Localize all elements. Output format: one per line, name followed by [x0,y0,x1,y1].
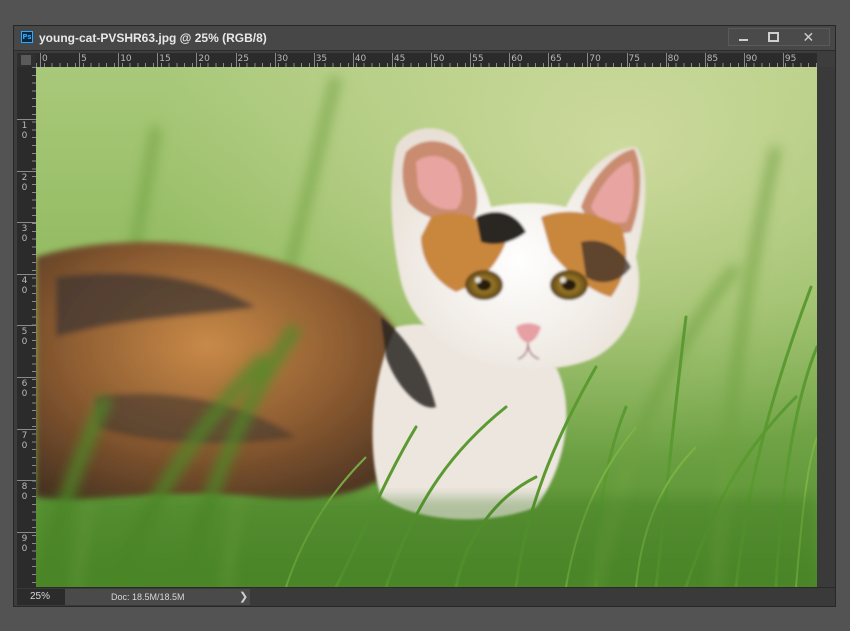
document-title-bar[interactable]: Ps young-cat-PVSHR63.jpg @ 25% (RGB/8) ✕ [14,26,835,51]
vertical-ruler[interactable]: 10 20 30 40 50 60 70 80 90 [17,67,36,587]
ruler-v-tick [17,531,36,533]
ruler-h-label: 60 [511,54,523,64]
ruler-h-label: 30 [276,54,289,64]
ruler-v-tick [17,273,36,275]
ruler-origin-corner[interactable] [17,53,36,67]
window-controls: ✕ [728,28,830,46]
ruler-v-label: 10 [21,121,28,141]
ruler-h-label: 55 [472,54,484,64]
ruler-v-tick [17,170,36,172]
close-button[interactable]: ✕ [788,29,829,45]
ruler-v-tick [17,428,36,430]
ruler-h-tick [157,53,159,67]
ruler-h-tick [313,53,315,67]
ruler-h-label: 80 [667,54,680,64]
canvas-right-gutter [817,67,835,587]
ruler-h-label: 95 [784,54,797,64]
image-canvas[interactable] [36,67,817,587]
ruler-h-label: 0 [42,54,48,64]
ruler-h-tick [743,53,745,67]
ruler-h-tick [40,53,41,67]
ruler-h-label: 85 [706,54,719,64]
ruler-h-tick [235,53,237,67]
status-menu-arrow-icon[interactable]: ❯ [239,590,248,603]
ruler-h-label: 25 [237,54,249,64]
minimize-icon [739,38,749,41]
ruler-h-label: 75 [628,54,640,64]
ruler-h-label: 5 [81,54,87,64]
close-icon: ✕ [802,28,815,45]
ruler-v-label: 50 [21,327,28,348]
ruler-v-label: 90 [21,533,28,554]
ruler-h-label: 15 [159,54,171,64]
ruler-h-tick [704,53,706,67]
ruler-v-label: 80 [21,482,28,503]
ruler-h-tick [782,53,784,67]
document-window: Ps young-cat-PVSHR63.jpg @ 25% (RGB/8) ✕… [13,25,836,607]
ruler-h-tick [391,53,393,67]
document-title: young-cat-PVSHR63.jpg @ 25% (RGB/8) [39,31,267,45]
photoshop-app-icon: Ps [21,31,33,43]
ruler-h-tick [118,53,120,67]
ruler-h-tick [587,53,589,67]
ruler-h-tick [470,53,472,67]
ruler-v-tick [17,119,36,120]
status-bar: 25% Doc: 18.5M/18.5M ❯ [17,587,835,606]
ruler-v-label: 20 [21,172,28,193]
ruler-h-label: 40 [354,54,367,64]
ruler-v-tick [17,480,36,482]
ruler-h-tick [626,53,628,67]
ruler-h-tick [79,53,81,67]
ruler-h-tick [274,53,276,67]
ruler-h-tick [196,53,198,67]
ruler-origin-icon [21,55,31,65]
maximize-icon [767,32,779,42]
ruler-h-label: 90 [745,54,758,64]
ruler-v-label: 40 [21,275,28,296]
minimize-button[interactable] [729,29,758,45]
ruler-h-label: 50 [433,54,445,64]
ruler-v-tick [17,377,36,378]
ruler-h-label: 10 [120,54,132,64]
ruler-v-label: 60 [21,379,28,399]
ruler-v-label: 30 [21,224,28,245]
horizontal-ruler[interactable]: 0 5 10 15 20 25 30 35 40 45 50 55 60 65 70 75 80 85 90 95 [36,53,817,67]
ruler-h-label: 35 [315,54,328,64]
ruler-h-label: 70 [589,54,601,64]
ruler-h-tick [509,53,511,67]
ruler-v-tick [17,325,36,327]
ruler-h-tick [352,53,354,67]
ruler-h-label: 65 [550,54,562,64]
ruler-h-tick [431,53,432,67]
zoom-level-field[interactable]: 25% [17,589,65,605]
ruler-v-tick [17,222,36,224]
ruler-h-tick [665,53,667,67]
ruler-h-label: 20 [198,54,210,64]
document-size-info[interactable]: Doc: 18.5M/18.5M [65,589,250,605]
kitten-photo [36,67,817,587]
ruler-v-label: 70 [21,430,28,451]
ruler-h-label: 45 [393,54,406,64]
maximize-button[interactable] [758,29,787,45]
ruler-h-tick [548,53,550,67]
